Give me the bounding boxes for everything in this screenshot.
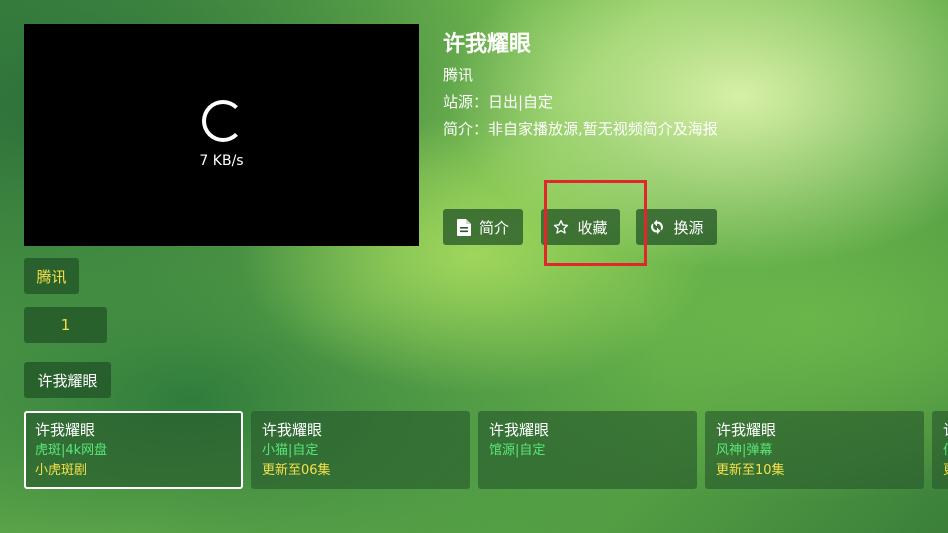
favorite-button-label: 收藏 [577, 218, 608, 237]
video-title: 许我耀眼 [443, 32, 532, 57]
star-icon [553, 219, 569, 235]
result-card[interactable]: 许我耀眼 馆源|自定 [478, 411, 697, 489]
document-icon [456, 218, 471, 236]
result-card[interactable]: 许我耀眼 小猫|自定 更新至06集 [251, 411, 470, 489]
card-source: 虎斑|4k网盘 [35, 443, 108, 458]
card-update: 更新至06集 [262, 463, 331, 478]
switch-source-button-label: 换源 [673, 218, 704, 237]
result-card[interactable]: 许我耀眼 虎斑|4k网盘 小虎斑剧 [24, 411, 243, 489]
site-source-label: 站源：日出|自定 [443, 93, 554, 111]
card-source: 风神|弹幕 [716, 443, 773, 458]
episode-button[interactable]: 1 [24, 307, 107, 343]
card-update: 更新至10集 [716, 463, 785, 478]
result-card[interactable]: 许我耀眼 风神|弹幕 更新至10集 [705, 411, 924, 489]
card-title: 许我耀眼 [262, 421, 323, 439]
switch-source-button[interactable]: 换源 [636, 209, 717, 245]
result-card[interactable]: 许 佰 更 [932, 411, 948, 489]
source-tab[interactable]: 腾讯 [24, 258, 79, 294]
intro-button-label: 简介 [478, 218, 509, 237]
card-update: 小虎斑剧 [35, 463, 88, 478]
search-name-chip[interactable]: 许我耀眼 [24, 362, 111, 398]
refresh-icon [649, 218, 665, 236]
intro-text: 简介：非自家播放源,暂无视频简介及海报 [443, 120, 718, 138]
provider-label: 腾讯 [443, 66, 474, 84]
download-speed: 7 KB/s [199, 153, 244, 169]
loading-spinner-icon [202, 100, 244, 142]
intro-button[interactable]: 简介 [443, 209, 523, 245]
card-title: 许我耀眼 [489, 421, 550, 439]
video-player[interactable]: 7 KB/s [24, 24, 419, 246]
card-source: 馆源|自定 [489, 443, 546, 458]
card-title: 许我耀眼 [35, 421, 96, 439]
card-title: 许我耀眼 [716, 421, 777, 439]
favorite-button[interactable]: 收藏 [541, 209, 620, 245]
card-source: 小猫|自定 [262, 443, 319, 458]
